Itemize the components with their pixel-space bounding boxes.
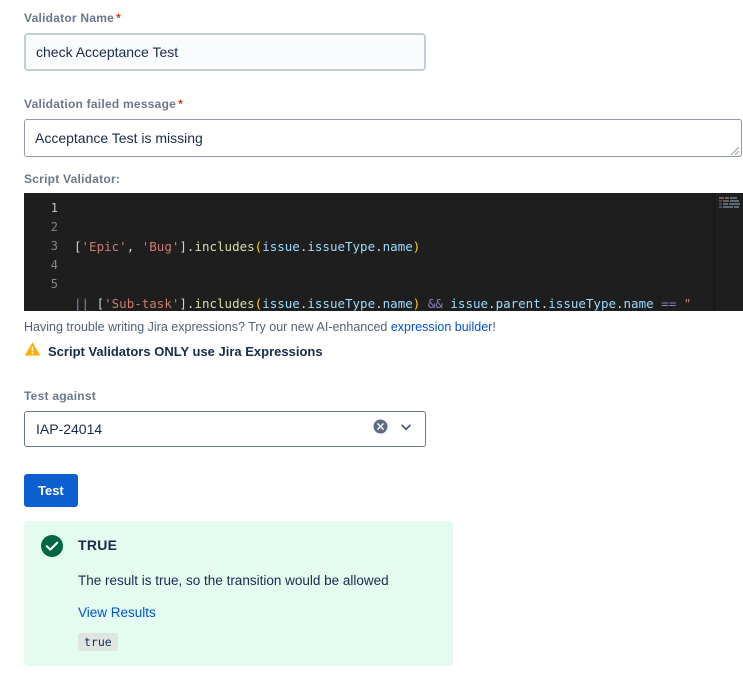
hint-text-before: Having trouble writing Jira expressions?… bbox=[24, 320, 391, 334]
test-result-panel: TRUE The result is true, so the transiti… bbox=[24, 521, 453, 666]
validation-failed-message-label: Validation failed message * bbox=[24, 97, 742, 111]
check-circle-icon bbox=[40, 534, 64, 563]
result-code-value: true bbox=[78, 633, 118, 651]
validator-name-field-group: Validator Name * bbox=[24, 11, 426, 71]
line-number: 1 bbox=[50, 201, 58, 215]
test-against-label: Test against bbox=[24, 389, 97, 403]
line-number: 3 bbox=[50, 239, 58, 253]
expression-hint: Having trouble writing Jira expressions?… bbox=[24, 320, 496, 334]
validation-failed-message-textarea[interactable] bbox=[24, 119, 742, 157]
editor-minimap[interactable] bbox=[716, 193, 743, 311]
test-against-select[interactable]: IAP-24014 bbox=[24, 411, 426, 447]
validator-name-label-text: Validator Name bbox=[24, 11, 115, 25]
script-validator-label: Script Validator: bbox=[24, 172, 121, 186]
expression-builder-link[interactable]: expression builder bbox=[391, 320, 492, 334]
required-asterisk: * bbox=[178, 97, 183, 111]
hint-text-after: ! bbox=[492, 320, 496, 334]
code-editor[interactable]: 1 2 3 4 5 ['Epic', 'Bug'].includes(issue… bbox=[24, 193, 743, 311]
script-validator-warning: Script Validators ONLY use Jira Expressi… bbox=[24, 341, 323, 362]
view-results-link[interactable]: View Results bbox=[78, 605, 156, 620]
script-validator-group: Script Validator: 1 2 3 4 5 ['Epic', 'Bu… bbox=[24, 172, 743, 311]
code-line-1: ['Epic', 'Bug'].includes(issue.issueType… bbox=[74, 239, 421, 254]
line-number: 2 bbox=[50, 220, 58, 234]
clear-circle-icon[interactable] bbox=[373, 419, 388, 439]
test-against-group: Test against IAP-24014 bbox=[24, 389, 426, 447]
result-description: The result is true, so the transition wo… bbox=[78, 573, 389, 588]
chevron-down-icon[interactable] bbox=[399, 420, 413, 439]
validator-name-label: Validator Name * bbox=[24, 11, 426, 25]
editor-code-content[interactable]: ['Epic', 'Bug'].includes(issue.issueType… bbox=[74, 193, 743, 311]
line-number: 4 bbox=[50, 258, 58, 272]
result-title: TRUE bbox=[78, 537, 118, 553]
test-button[interactable]: Test bbox=[24, 474, 78, 507]
required-asterisk: * bbox=[116, 11, 121, 25]
code-line-2: || ['Sub-task'].includes(issue.issueType… bbox=[74, 296, 692, 311]
validation-failed-message-label-text: Validation failed message bbox=[24, 97, 177, 111]
validation-failed-message-field-group: Validation failed message * bbox=[24, 97, 742, 157]
warning-triangle-icon bbox=[24, 341, 41, 362]
line-number: 5 bbox=[50, 277, 58, 291]
warning-message: Script Validators ONLY use Jira Expressi… bbox=[48, 344, 323, 359]
validator-name-input[interactable] bbox=[24, 33, 426, 71]
editor-line-number-gutter: 1 2 3 4 5 bbox=[24, 193, 66, 311]
test-against-selected-value: IAP-24014 bbox=[36, 421, 103, 437]
